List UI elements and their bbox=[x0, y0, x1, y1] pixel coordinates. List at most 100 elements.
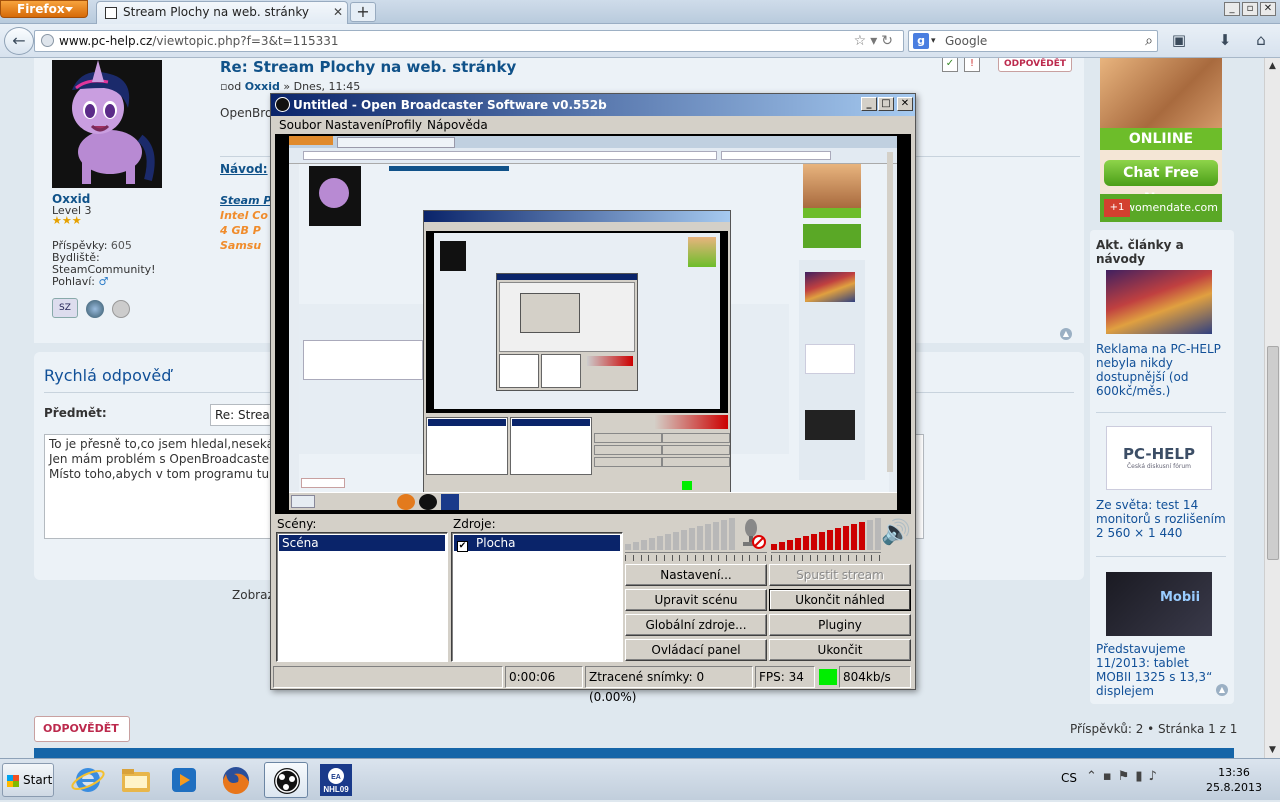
slider-tick bbox=[648, 555, 649, 561]
downloads-icon[interactable]: ⬇ bbox=[1214, 30, 1236, 52]
slider-tick bbox=[672, 555, 673, 561]
taskbar-obs[interactable] bbox=[264, 762, 308, 798]
preview-page bbox=[299, 164, 889, 494]
menu-file[interactable]: Soubor bbox=[279, 118, 321, 132]
steam-icon[interactable] bbox=[112, 300, 130, 318]
home-icon[interactable]: ⌂ bbox=[1250, 30, 1272, 52]
maximize-icon[interactable]: □ bbox=[878, 97, 894, 111]
scenes-list[interactable]: Scéna bbox=[276, 532, 448, 662]
private-message-button[interactable]: SZ bbox=[52, 298, 78, 318]
advertisement[interactable]: ONLIINE Chat Free Now ewomendate.com +1 bbox=[1100, 58, 1222, 222]
article-link[interactable]: Představujeme 11/2013: tablet MOBII 1325… bbox=[1096, 642, 1226, 698]
obs-title-bar[interactable]: Untitled - Open Broadcaster Software v0.… bbox=[271, 94, 915, 116]
start-button[interactable]: Start bbox=[2, 763, 54, 797]
pc-help-thumbnail[interactable]: PC-HELP Česká diskusní fórum bbox=[1106, 426, 1212, 490]
back-button[interactable]: ← bbox=[4, 27, 34, 55]
tray-app-icon[interactable]: ▪ bbox=[1103, 769, 1118, 784]
website-icon[interactable] bbox=[86, 300, 104, 318]
stop-preview-button[interactable]: Ukončit náhled bbox=[769, 589, 911, 611]
close-window-button[interactable]: ✕ bbox=[1260, 2, 1276, 16]
nested-button bbox=[662, 457, 730, 467]
browser-tab[interactable]: Stream Plochy na web. stránky ✕ bbox=[96, 1, 348, 24]
post-title[interactable]: Re: Stream Plochy na web. stránky bbox=[220, 58, 516, 76]
scrollbar-thumb[interactable] bbox=[1267, 346, 1279, 560]
article-link[interactable]: Reklama na PC-HELP nebyla nikdy dostupně… bbox=[1096, 342, 1226, 398]
taskbar-internet-explorer[interactable] bbox=[66, 762, 110, 798]
menu-settings[interactable]: Nastavení bbox=[325, 118, 385, 132]
new-tab-button[interactable]: + bbox=[350, 2, 376, 22]
settings-button[interactable]: Nastavení... bbox=[625, 564, 767, 586]
desktop-volume-meter[interactable] bbox=[771, 518, 883, 550]
times-square-thumbnail[interactable] bbox=[1106, 270, 1212, 334]
google-plus-icon[interactable]: +1 bbox=[1104, 199, 1130, 217]
quote-reply-button[interactable]: ODPOVĚDĚT bbox=[998, 58, 1072, 72]
nested-scenes-list bbox=[426, 417, 508, 475]
post-author[interactable]: Oxxid bbox=[245, 80, 280, 93]
close-icon[interactable]: ✕ bbox=[897, 97, 913, 111]
search-icon[interactable]: ⌕ bbox=[1145, 31, 1153, 51]
sources-list[interactable]: ✔ Plocha bbox=[451, 532, 623, 662]
report-icon[interactable]: ! bbox=[964, 58, 980, 72]
mic-muted-icon[interactable] bbox=[739, 518, 767, 550]
preview-button-label[interactable]: Zobraz bbox=[232, 588, 274, 602]
url-bar[interactable]: www.pc-help.cz/viewtopic.php?f=3&t=11533… bbox=[34, 30, 904, 52]
nested-scene-item bbox=[428, 419, 506, 426]
tray-expand-icon[interactable]: ⌃ bbox=[1086, 769, 1103, 784]
mic-meter-bar bbox=[689, 528, 695, 550]
clock[interactable]: 13:36 25.8.2013 bbox=[1196, 765, 1272, 795]
mic-volume-meter[interactable] bbox=[625, 518, 737, 550]
reload-icon[interactable]: ↻ bbox=[881, 33, 897, 49]
back-to-top-icon[interactable]: ▲ bbox=[1060, 328, 1072, 340]
tab-title: Stream Plochy na web. stránky bbox=[123, 5, 309, 19]
tray-volume-icon[interactable]: ♪ bbox=[1149, 769, 1163, 784]
source-checkbox[interactable]: ✔ bbox=[457, 541, 468, 552]
chevron-down-icon[interactable]: ▾ bbox=[931, 31, 936, 51]
preview-taskbar bbox=[289, 492, 897, 510]
mic-meter-bar bbox=[673, 532, 679, 550]
bookmark-star-icon[interactable]: ☆ bbox=[854, 33, 871, 49]
close-tab-icon[interactable]: ✕ bbox=[333, 2, 343, 23]
taskbar-nhl09[interactable]: EA NHL09 bbox=[314, 762, 358, 798]
global-sources-button[interactable]: Globální zdroje... bbox=[625, 614, 767, 636]
minimize-icon[interactable]: _ bbox=[861, 97, 877, 111]
menu-help[interactable]: Nápověda bbox=[427, 118, 488, 132]
page-scrollbar[interactable]: ▲ ▼ bbox=[1264, 58, 1280, 758]
taskbar-explorer[interactable] bbox=[114, 762, 158, 798]
taskbar-media-player[interactable] bbox=[162, 762, 206, 798]
search-input[interactable]: g ▾ Google ⌕ bbox=[908, 30, 1158, 52]
nested-button bbox=[594, 445, 662, 455]
preview-thumb bbox=[805, 344, 855, 374]
ad-chat-button[interactable]: Chat Free Now bbox=[1104, 160, 1218, 207]
dropdown-arrow-icon[interactable]: ▾ bbox=[870, 33, 881, 49]
back-to-top-icon[interactable]: ▲ bbox=[1216, 684, 1228, 696]
speaker-icon[interactable]: 🔊 bbox=[881, 518, 911, 546]
bookmarks-icon[interactable]: ▣ bbox=[1168, 30, 1190, 52]
desktop-volume-slider[interactable] bbox=[771, 552, 881, 562]
source-item[interactable]: ✔ Plocha bbox=[454, 535, 620, 552]
language-indicator[interactable]: CS bbox=[1061, 771, 1077, 785]
article-link[interactable]: Ze světa: test 14 monitorů s rozlišením … bbox=[1096, 498, 1226, 540]
mobii-tablet-thumbnail[interactable]: Mobii bbox=[1106, 572, 1212, 636]
edit-scene-button[interactable]: Upravit scénu bbox=[625, 589, 767, 611]
scroll-up-arrow-icon[interactable]: ▲ bbox=[1265, 58, 1280, 74]
speaker-meter-bar bbox=[771, 544, 777, 550]
firefox-menu-button[interactable]: Firefox bbox=[0, 0, 88, 18]
scroll-down-arrow-icon[interactable]: ▼ bbox=[1265, 742, 1280, 758]
reply-button[interactable]: ODPOVĚDĚT ↲ bbox=[34, 716, 130, 758]
tray-flag-icon[interactable]: ⚑ bbox=[1118, 769, 1136, 784]
pagination: Příspěvků: 2 • Stránka 1 z 1 bbox=[1070, 722, 1238, 736]
menu-profiles[interactable]: Profily bbox=[385, 118, 422, 132]
scene-item[interactable]: Scéna bbox=[279, 535, 445, 551]
control-panel-button[interactable]: Ovládací panel bbox=[625, 639, 767, 661]
exit-button[interactable]: Ukončit bbox=[769, 639, 911, 661]
plugins-button[interactable]: Pluginy bbox=[769, 614, 911, 636]
nested-button bbox=[662, 445, 730, 455]
maximize-window-button[interactable]: ▫ bbox=[1242, 2, 1258, 16]
mic-meter-bar bbox=[729, 518, 735, 550]
minimize-window-button[interactable]: _ bbox=[1224, 2, 1240, 16]
approve-icon[interactable]: ✓ bbox=[942, 58, 958, 72]
mic-volume-slider[interactable] bbox=[625, 552, 767, 562]
taskbar-firefox[interactable] bbox=[214, 762, 258, 798]
start-stream-button[interactable]: Spustit stream bbox=[769, 564, 911, 586]
tray-network-icon[interactable]: ▮ bbox=[1135, 769, 1148, 784]
